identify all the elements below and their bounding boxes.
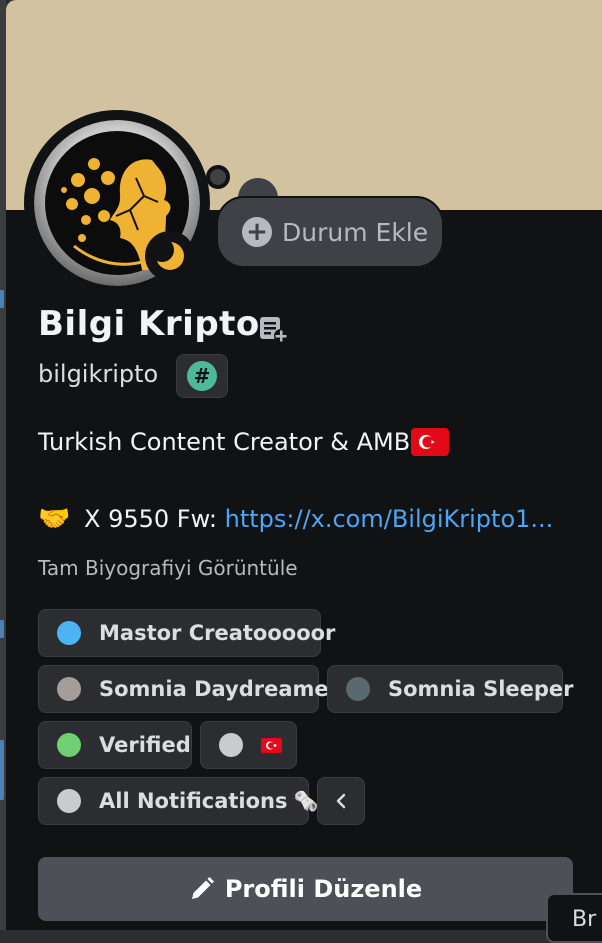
bio-text: Turkish Content Creator & AMB	[38, 428, 411, 456]
edit-profile-button[interactable]: Profili Düzenle	[38, 857, 573, 921]
display-name: Bilgi Kripto	[38, 304, 260, 344]
bio-link[interactable]: https://x.com/BilgiKripto1...	[225, 505, 554, 533]
bio-line: 🤝 X 9550 Fw: https://x.com/BilgiKripto1.…	[38, 504, 553, 534]
role-color-dot	[219, 733, 243, 757]
turkey-flag-icon	[261, 737, 282, 753]
role-color-dot	[57, 789, 81, 813]
role-color-dot	[57, 621, 81, 645]
server-tag-badge[interactable]: #	[176, 354, 228, 398]
view-full-bio-link[interactable]: Tam Biyografiyi Görüntüle	[38, 556, 298, 580]
role-name: All Notifications	[99, 789, 288, 813]
status-indicator	[145, 231, 195, 281]
role-name: Verified	[99, 733, 191, 757]
moon-idle-icon	[153, 239, 184, 270]
edge-indicator	[0, 290, 4, 308]
add-status-label: Durum Ekle	[282, 217, 429, 247]
role-chip[interactable]: Somnia Daydreamer	[38, 665, 339, 713]
role-name: Mastor Creatooooor	[99, 621, 336, 645]
role-chip[interactable]: All Notifications 🗞️	[38, 777, 318, 825]
add-note-icon[interactable]	[256, 312, 288, 344]
pencil-icon	[191, 877, 214, 899]
role-name: Somnia Sleeper	[388, 677, 574, 701]
role-chip[interactable]: Mastor Creatooooor	[38, 609, 335, 657]
role-color-dot	[346, 677, 370, 701]
edge-indicator	[0, 740, 4, 800]
role-chip[interactable]: Verified	[38, 721, 192, 769]
chevron-left-icon	[336, 793, 346, 809]
user-profile-popout: + Durum Ekle Bilgi Kripto bilgikripto # …	[6, 0, 602, 930]
bio-text: X 9550 Fw:	[76, 505, 225, 533]
add-status-button[interactable]: + Durum Ekle	[216, 196, 444, 268]
bio-line: Turkish Content Creator & AMB	[38, 428, 450, 456]
hashtag-icon: #	[187, 361, 217, 391]
edge-indicator	[0, 620, 4, 638]
newspaper-icon: 🗞️	[293, 789, 319, 813]
username: bilgikripto	[38, 360, 159, 388]
role-color-dot	[57, 677, 81, 701]
tooltip-fragment: Br	[546, 893, 602, 943]
collapse-roles-button[interactable]	[317, 777, 365, 825]
role-chip[interactable]	[200, 721, 297, 769]
handshake-icon: 🤝	[38, 504, 71, 534]
turkey-flag-icon	[411, 428, 450, 456]
role-chip[interactable]: Somnia Sleeper	[327, 665, 574, 713]
edit-profile-label: Profili Düzenle	[224, 875, 423, 903]
role-color-dot	[57, 733, 81, 757]
plus-circle-icon: +	[242, 217, 272, 247]
role-name: Somnia Daydreamer	[99, 677, 339, 701]
status-bubble-dot	[206, 165, 230, 189]
